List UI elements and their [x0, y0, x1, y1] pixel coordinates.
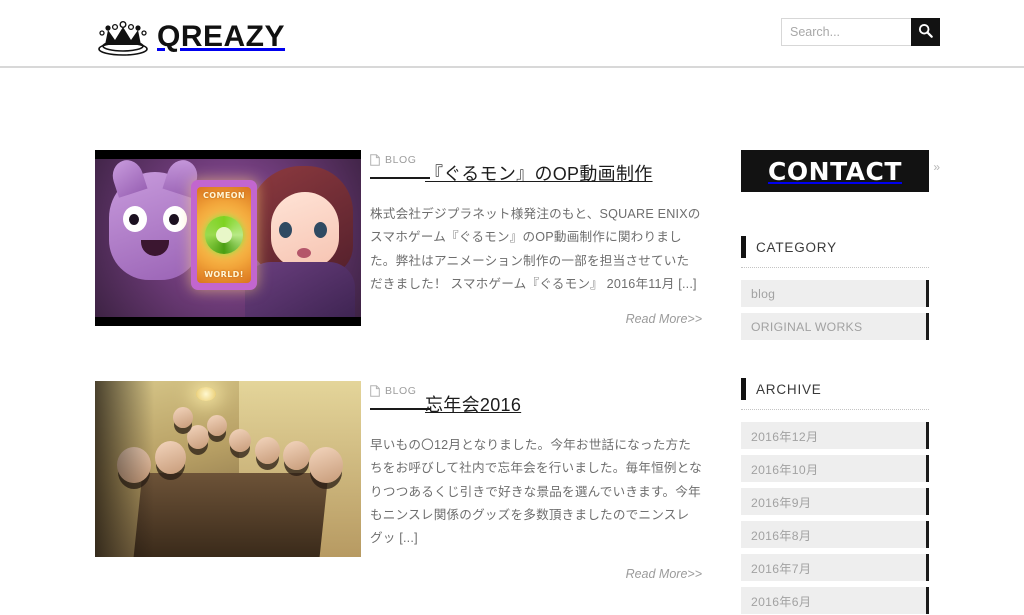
- post-excerpt: 株式会社デジプラネット様発注のもと、SQUARE ENIXのスマホゲーム『ぐるモ…: [370, 207, 701, 291]
- archive-item-label: 2016年9月: [751, 495, 812, 510]
- thumbnail-image-anime: COMEON WORLD!: [95, 150, 361, 326]
- post-title-rule: [370, 408, 430, 411]
- archive-item[interactable]: 2016年12月: [741, 422, 929, 449]
- post-body: BLOG 忘年会2016 早いもの〇12月となりました。今年お世話になった方たち…: [361, 381, 731, 581]
- breadcrumb-separator: »: [933, 159, 940, 174]
- widget-category: CATEGORY blog ORIGINAL WORKS: [741, 236, 929, 340]
- decor-monster: [108, 156, 202, 280]
- archive-item-label: 2016年12月: [751, 429, 819, 444]
- archive-item-label: 2016年7月: [751, 561, 812, 576]
- archive-item[interactable]: 2016年8月: [741, 521, 929, 548]
- archive-item-label: 2016年8月: [751, 528, 812, 543]
- document-icon: [370, 385, 380, 397]
- post-title[interactable]: 『ぐるモン』のOP動画制作: [425, 160, 653, 186]
- contact-banner-label: CONTACT: [768, 156, 902, 186]
- document-icon: [370, 154, 380, 166]
- search-button[interactable]: [911, 18, 940, 46]
- site-header: QREAZY: [0, 0, 1024, 68]
- category-list: blog ORIGINAL WORKS: [741, 280, 929, 340]
- post-thumbnail[interactable]: [95, 381, 361, 558]
- post-title[interactable]: 忘年会2016: [425, 391, 521, 417]
- widget-title: CATEGORY: [756, 239, 837, 255]
- category-item-label: ORIGINAL WORKS: [751, 319, 863, 334]
- page-body: Home »: [0, 68, 1024, 615]
- post-body: BLOG 『ぐるモン』のOP動画制作 株式会社デジプラネット様発注のもと、SQU…: [361, 150, 731, 326]
- site-logo-text: QREAZY: [157, 20, 286, 53]
- post-category[interactable]: BLOG: [385, 154, 417, 166]
- search-input[interactable]: [781, 18, 911, 46]
- post-item: BLOG 忘年会2016 早いもの〇12月となりました。今年お世話になった方たち…: [95, 381, 731, 581]
- crown-icon: [95, 18, 151, 56]
- contact-banner-button[interactable]: CONTACT: [741, 150, 929, 192]
- post-list: COMEON WORLD! BLOG 『ぐるモン』のOP動画制作 株式会社デジプ…: [95, 150, 731, 615]
- read-more-link[interactable]: Read More>>: [370, 312, 702, 326]
- post-thumbnail[interactable]: COMEON WORLD!: [95, 150, 361, 326]
- archive-item[interactable]: 2016年6月: [741, 587, 929, 614]
- post-category[interactable]: BLOG: [385, 385, 417, 397]
- sidebar: CONTACT CATEGORY blog ORIGINAL WORKS ARC…: [741, 150, 929, 615]
- post-title-rule: [370, 177, 430, 179]
- archive-item[interactable]: 2016年10月: [741, 455, 929, 482]
- search-form: [781, 18, 940, 46]
- widget-header: CATEGORY: [741, 236, 929, 268]
- category-item-label: blog: [751, 286, 776, 301]
- archive-item[interactable]: 2016年7月: [741, 554, 929, 581]
- widget-header: ARCHIVE: [741, 378, 929, 410]
- post-item: COMEON WORLD! BLOG 『ぐるモン』のOP動画制作 株式会社デジプ…: [95, 150, 731, 326]
- widget-accent-bar: [741, 378, 746, 400]
- archive-item-label: 2016年10月: [751, 462, 819, 477]
- category-item-blog[interactable]: blog: [741, 280, 929, 307]
- widget-accent-bar: [741, 236, 746, 258]
- category-item-original-works[interactable]: ORIGINAL WORKS: [741, 313, 929, 340]
- archive-list: 2016年12月 2016年10月 2016年9月 2016年8月 2016年7…: [741, 422, 929, 614]
- thumbnail-image-party: [95, 381, 361, 558]
- widget-archive: ARCHIVE 2016年12月 2016年10月 2016年9月 2016年8…: [741, 378, 929, 614]
- site-logo[interactable]: QREAZY: [95, 18, 285, 56]
- widget-title: ARCHIVE: [756, 381, 822, 397]
- read-more-link[interactable]: Read More>>: [370, 567, 702, 581]
- search-icon: [918, 23, 933, 41]
- post-excerpt: 早いもの〇12月となりました。今年お世話になった方たちをお呼びして社内で忘年会を…: [370, 438, 702, 546]
- archive-item-label: 2016年6月: [751, 594, 812, 609]
- decor-game-card: COMEON WORLD!: [191, 180, 257, 290]
- archive-item[interactable]: 2016年9月: [741, 488, 929, 515]
